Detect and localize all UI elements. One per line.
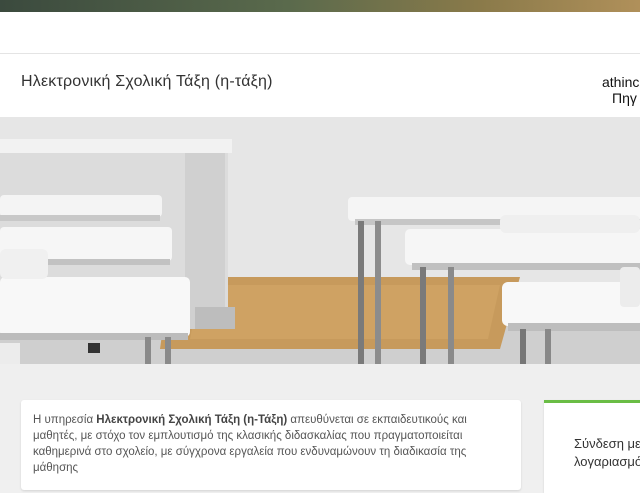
header-right-line2: Πηγ xyxy=(612,90,637,106)
login-title: Σύνδεση με λογαριασμό xyxy=(574,435,640,471)
login-title-line1: Σύνδεση με xyxy=(574,436,640,451)
intro-service-name: Ηλεκτρονική Σχολική Τάξη (η-Τάξη) xyxy=(96,414,288,426)
site-title[interactable]: Ηλεκτρονική Σχολική Τάξη (η-τάξη) xyxy=(21,73,273,91)
header-right-line1: athinc xyxy=(602,74,640,90)
site-header: Ηλεκτρονική Σχολική Τάξη (η-τάξη) athinc… xyxy=(0,54,640,118)
intro-text-before: Η υπηρεσία xyxy=(33,414,97,426)
top-color-strip xyxy=(0,0,640,12)
hero-classroom-image xyxy=(0,117,640,364)
header-right-block[interactable]: athinc Πηγ xyxy=(602,74,640,106)
login-title-line2: λογαριασμό xyxy=(574,454,640,469)
top-navbar xyxy=(0,12,640,54)
intro-card: Η υπηρεσία Ηλεκτρονική Σχολική Τάξη (η-Τ… xyxy=(21,400,521,490)
main-content: Η υπηρεσία Ηλεκτρονική Σχολική Τάξη (η-Τ… xyxy=(0,364,640,493)
classroom-illustration xyxy=(0,117,640,364)
login-card: Σύνδεση με λογαριασμό xyxy=(544,400,640,493)
intro-paragraph: Η υπηρεσία Ηλεκτρονική Σχολική Τάξη (η-Τ… xyxy=(33,412,513,476)
